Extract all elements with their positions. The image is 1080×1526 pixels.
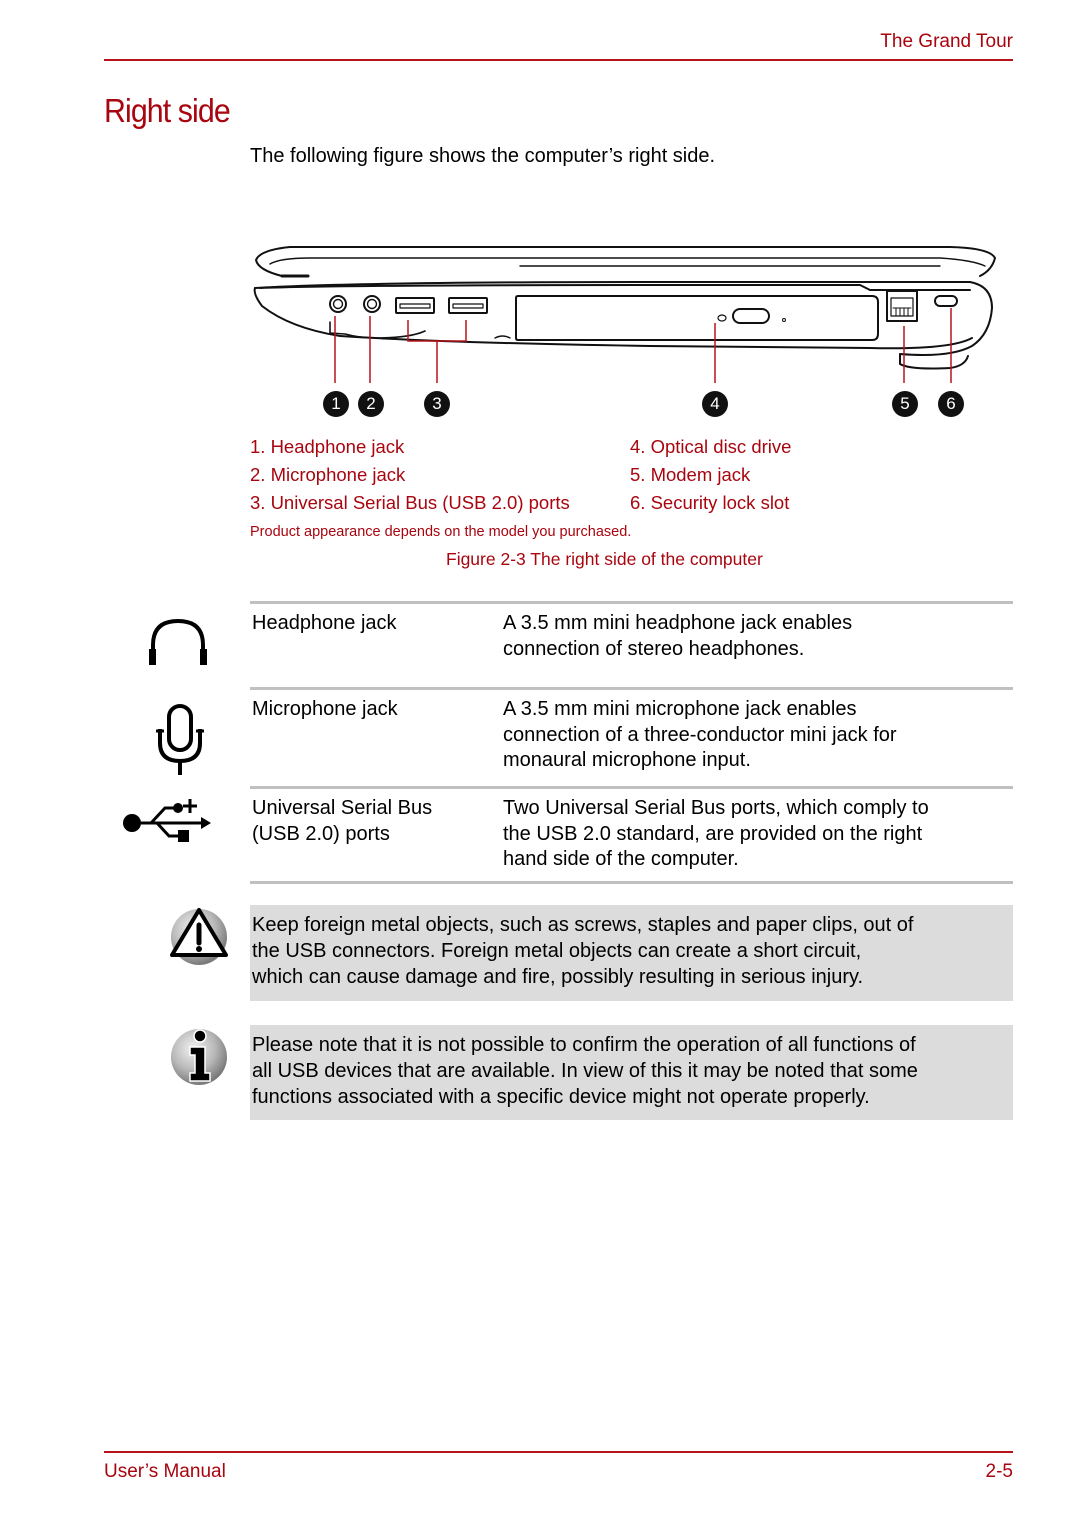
note-line: the USB connectors. Foreign metal object…: [252, 940, 862, 962]
callout-marker-1: 1: [323, 391, 349, 417]
laptop-right-side-figure: 1 2 3 4 5 6: [250, 238, 1010, 423]
note-line: Keep foreign metal objects, such as scre…: [252, 914, 914, 936]
port-description-table: Headphone jack A 3.5 mm mini headphone j…: [250, 601, 1013, 884]
note-line: all USB devices that are available. In v…: [252, 1060, 918, 1082]
warning-note: Keep foreign metal objects, such as scre…: [250, 905, 1013, 1001]
description-line: connection of stereo headphones.: [503, 637, 805, 660]
note-line: which can cause damage and fire, possibl…: [252, 966, 864, 988]
product-appearance-note: Product appearance depends on the model …: [250, 524, 632, 540]
description-cell: A 3.5 mm mini microphone jack enables co…: [503, 697, 1013, 774]
running-header: The Grand Tour: [880, 31, 1013, 52]
legend-item: 3. Universal Serial Bus (USB 2.0) ports: [250, 492, 570, 513]
info-icon: [168, 1025, 230, 1092]
table-bottom-rule: [250, 881, 1013, 884]
lid-top-edge: [289, 246, 996, 277]
term-text: Microphone jack: [252, 698, 398, 720]
term-text: Headphone jack: [252, 612, 397, 634]
leader-line-3: [407, 320, 467, 383]
intro-text: The following figure shows the computer’…: [250, 145, 716, 167]
description-line: A 3.5 mm mini headphone jack enables: [503, 612, 853, 634]
lid-left-curve: [255, 246, 309, 277]
note-line: functions associated with a specific dev…: [252, 1086, 870, 1108]
description-cell: Two Universal Serial Bus ports, which co…: [503, 796, 1013, 873]
callout-marker-6: 6: [938, 391, 964, 417]
term-text: Universal Serial Bus: [252, 797, 433, 819]
callout-marker-2: 2: [358, 391, 384, 417]
description-line: hand side of the computer.: [503, 848, 739, 870]
headphone-icon: [148, 617, 208, 674]
legend-item: 1. Headphone jack: [250, 436, 405, 457]
usb-icon: [121, 796, 213, 853]
description-line: Two Universal Serial Bus ports, which co…: [503, 797, 929, 819]
legend-column-left: 1. Headphone jack 2. Microphone jack 3. …: [250, 433, 570, 517]
callout-marker-4: 4: [702, 391, 728, 417]
callout-marker-5: 5: [892, 391, 918, 417]
callout-marker-3: 3: [424, 391, 450, 417]
legend-item: 5. Modem jack: [630, 464, 751, 485]
description-line: the USB 2.0 standard, are provided on th…: [503, 822, 923, 845]
info-note: Please note that it is not possible to c…: [250, 1025, 1013, 1120]
footer-rule: [104, 1451, 1013, 1453]
description-cell: A 3.5 mm mini headphone jack enables con…: [503, 611, 1013, 662]
term-cell: Headphone jack: [252, 611, 397, 637]
microphone-icon: [154, 703, 206, 782]
description-line: connection of a three-conductor mini jac…: [503, 723, 897, 746]
legend-item: 4. Optical disc drive: [630, 436, 792, 457]
warning-icon: [168, 905, 230, 972]
description-line: monaural microphone input.: [503, 749, 751, 771]
legend-item: 2. Microphone jack: [250, 464, 406, 485]
footer-manual-title: User’s Manual: [104, 1461, 226, 1482]
header-rule: [104, 59, 1013, 61]
description-line: A 3.5 mm mini microphone jack enables: [503, 698, 857, 720]
term-text: (USB 2.0) ports: [252, 822, 390, 845]
section-title: Right side: [104, 92, 231, 129]
note-line: Please note that it is not possible to c…: [252, 1034, 916, 1056]
legend-column-right: 4. Optical disc drive 5. Modem jack 6. S…: [630, 433, 791, 517]
table-row: Headphone jack A 3.5 mm mini headphone j…: [250, 601, 1013, 687]
figure-caption: Figure 2-3 The right side of the compute…: [446, 549, 763, 569]
table-row: Universal Serial Bus (USB 2.0) ports Two…: [250, 786, 1013, 881]
table-row: Microphone jack A 3.5 mm mini microphone…: [250, 687, 1013, 786]
page-number: 2-5: [985, 1461, 1013, 1482]
legend-item: 6. Security lock slot: [630, 492, 790, 513]
term-cell: Microphone jack: [252, 697, 398, 723]
term-cell: Universal Serial Bus (USB 2.0) ports: [252, 796, 432, 847]
